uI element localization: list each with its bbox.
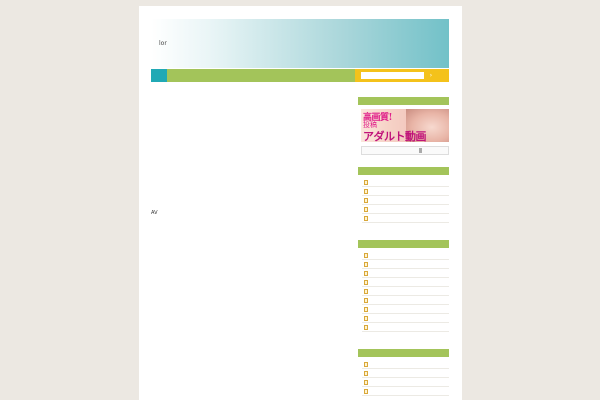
document-icon xyxy=(364,371,368,376)
banner-scrollbar[interactable] xyxy=(361,146,449,155)
link-list xyxy=(362,360,449,396)
main-content-text: AV xyxy=(151,210,158,216)
search-button[interactable]: › xyxy=(428,72,434,79)
list-item[interactable] xyxy=(362,323,449,332)
document-icon xyxy=(364,198,368,203)
document-icon xyxy=(364,389,368,394)
link-list xyxy=(362,178,449,223)
list-item[interactable] xyxy=(362,387,449,396)
list-item[interactable] xyxy=(362,296,449,305)
document-icon xyxy=(364,380,368,385)
document-icon xyxy=(364,325,368,330)
widget-header xyxy=(358,167,449,175)
document-icon xyxy=(364,207,368,212)
list-item[interactable] xyxy=(362,205,449,214)
list-item[interactable] xyxy=(362,178,449,187)
widget-header xyxy=(358,349,449,357)
list-item[interactable] xyxy=(362,251,449,260)
document-icon xyxy=(364,180,368,185)
ad-banner[interactable]: 高画質! 投稿 アダルト動画 xyxy=(361,109,449,142)
document-icon xyxy=(364,362,368,367)
search-box: › xyxy=(355,69,449,82)
nav-home-tab[interactable] xyxy=(151,69,167,82)
list-item[interactable] xyxy=(362,278,449,287)
nav-bar: › xyxy=(151,69,449,82)
list-item[interactable] xyxy=(362,378,449,387)
list-item[interactable] xyxy=(362,287,449,296)
document-icon xyxy=(364,280,368,285)
document-icon xyxy=(364,307,368,312)
document-icon xyxy=(364,316,368,321)
list-item[interactable] xyxy=(362,305,449,314)
list-item[interactable] xyxy=(362,360,449,369)
document-icon xyxy=(364,289,368,294)
list-item[interactable] xyxy=(362,314,449,323)
scrollbar-thumb[interactable] xyxy=(419,148,422,153)
document-icon xyxy=(364,262,368,267)
list-item[interactable] xyxy=(362,260,449,269)
list-item[interactable] xyxy=(362,214,449,223)
document-icon xyxy=(364,271,368,276)
banner-text: アダルト動画 xyxy=(363,130,427,142)
nav-menu[interactable] xyxy=(167,69,355,82)
link-list xyxy=(362,251,449,332)
site-title[interactable]: lor xyxy=(159,40,167,47)
list-item[interactable] xyxy=(362,369,449,378)
widget-header xyxy=(358,97,449,105)
document-icon xyxy=(364,189,368,194)
page-container: lor › AV 高画質! 投稿 アダルト動画 xyxy=(139,6,462,400)
widget-header xyxy=(358,240,449,248)
document-icon xyxy=(364,253,368,258)
list-item[interactable] xyxy=(362,187,449,196)
site-header: lor xyxy=(151,19,449,68)
document-icon xyxy=(364,216,368,221)
document-icon xyxy=(364,298,368,303)
list-item[interactable] xyxy=(362,196,449,205)
search-input[interactable] xyxy=(361,72,424,79)
list-item[interactable] xyxy=(362,269,449,278)
